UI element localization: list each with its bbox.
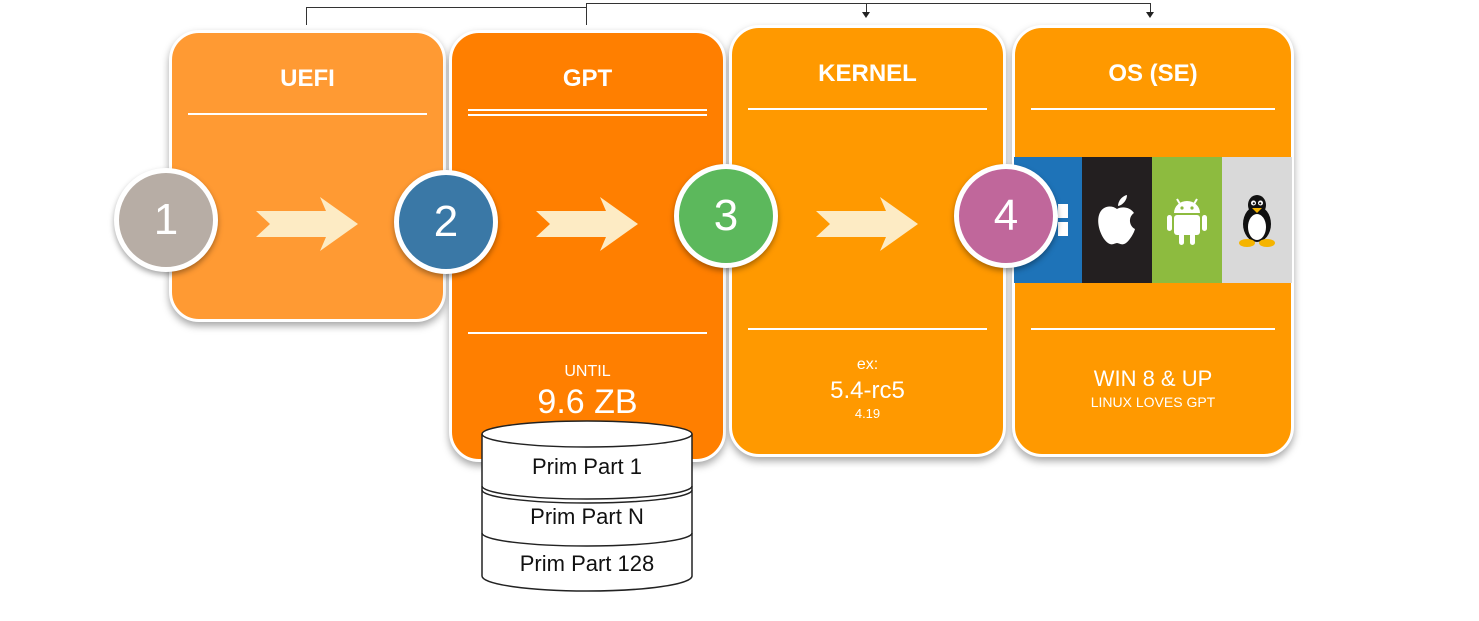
connector-kernel-arrowhead	[862, 12, 870, 18]
os-title: OS (SE)	[1108, 60, 1198, 87]
os-divider-bottom	[1031, 328, 1275, 330]
gpt-divider-top-2	[468, 114, 707, 116]
kernel-caption-sub: 4.19	[854, 406, 881, 421]
apple-icon	[1082, 157, 1152, 283]
step-circle-1: 1	[114, 168, 218, 272]
gpt-divider-bottom	[468, 332, 707, 334]
kernel-divider-top	[748, 108, 987, 110]
connector-center-vertical	[586, 3, 587, 25]
os-divider-top	[1031, 108, 1275, 110]
partition-label-middle: Prim Part N	[530, 504, 644, 529]
connector-left-horizontal	[306, 7, 586, 8]
partition-label-first: Prim Part 1	[531, 454, 643, 479]
uefi-divider	[188, 113, 427, 115]
step-circle-4: 4	[954, 164, 1058, 268]
chevron-arrow-2-icon	[536, 197, 638, 251]
android-icon	[1152, 157, 1222, 283]
partition-label-last: Prim Part 128	[519, 551, 655, 576]
connector-right-horizontal	[586, 3, 1151, 4]
partition-cylinder: Prim Part 1 Prim Part N Prim Part 128	[479, 418, 695, 594]
linux-tux-icon	[1222, 157, 1292, 283]
gpt-caption-small: UNTIL	[564, 363, 611, 380]
gpt-caption-big: 9.6 ZB	[537, 383, 638, 421]
connector-os-arrowhead	[1146, 12, 1154, 18]
connector-left-vertical	[306, 7, 307, 25]
step-circle-2: 2	[394, 170, 498, 274]
step-circle-3: 3	[674, 164, 778, 268]
kernel-caption-small: ex:	[856, 356, 879, 373]
os-caption-sub: LINUX LOVES GPT	[1090, 394, 1216, 410]
chevron-arrow-1-icon	[256, 197, 358, 251]
uefi-panel: UEFI	[169, 30, 446, 322]
kernel-title: KERNEL	[818, 60, 917, 87]
gpt-divider-top-1	[468, 109, 707, 111]
kernel-divider-bottom	[748, 328, 987, 330]
chevron-arrow-3-icon	[816, 197, 918, 251]
os-caption-big: WIN 8 & UP	[1093, 366, 1213, 391]
gpt-title: GPT	[562, 65, 613, 92]
kernel-caption-big: 5.4-rc5	[830, 377, 905, 404]
uefi-title: UEFI	[280, 65, 335, 92]
